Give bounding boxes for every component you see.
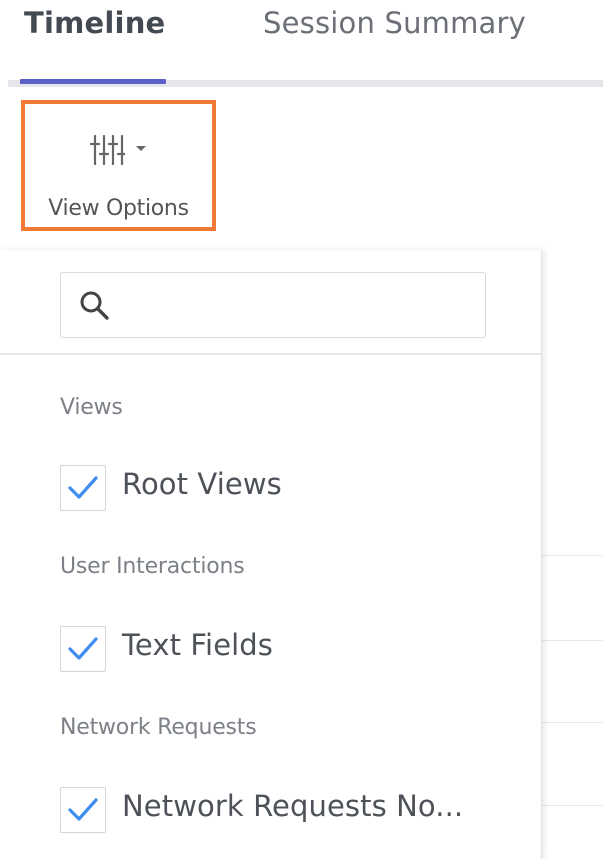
section-label-network-requests: Network Requests bbox=[60, 715, 257, 740]
active-tab-indicator bbox=[20, 79, 166, 84]
view-options-label: View Options bbox=[48, 196, 189, 221]
tab-bar: Timeline Session Summary bbox=[0, 0, 603, 88]
option-label: Network Requests No... bbox=[122, 789, 464, 823]
checkbox-text-fields[interactable] bbox=[60, 626, 106, 672]
section-label-views: Views bbox=[60, 395, 123, 420]
caret-down-icon bbox=[136, 146, 146, 151]
tab-session-summary[interactable]: Session Summary bbox=[263, 6, 526, 40]
checkbox-network-requests[interactable] bbox=[60, 787, 106, 833]
option-network-requests[interactable]: Network Requests No... bbox=[60, 787, 500, 835]
search-icon bbox=[80, 291, 109, 320]
background-divider bbox=[542, 555, 603, 556]
search-input[interactable] bbox=[119, 279, 479, 333]
background-divider bbox=[542, 805, 603, 806]
background-divider bbox=[542, 722, 603, 723]
checkmark-icon bbox=[68, 476, 98, 499]
option-text-fields[interactable]: Text Fields bbox=[60, 626, 500, 674]
checkmark-icon bbox=[68, 798, 98, 821]
section-label-user-interactions: User Interactions bbox=[60, 554, 245, 579]
background-divider bbox=[542, 640, 603, 641]
option-label: Text Fields bbox=[122, 628, 274, 662]
checkbox-root-views[interactable] bbox=[60, 465, 106, 511]
view-options-button[interactable]: View Options bbox=[21, 100, 216, 231]
search-divider bbox=[0, 353, 541, 355]
checkmark-icon bbox=[68, 637, 98, 660]
view-options-dropdown: Views Root Views User Interactions Text … bbox=[0, 250, 542, 859]
view-options-icon-group bbox=[89, 132, 149, 168]
option-root-views[interactable]: Root Views bbox=[60, 465, 500, 513]
search-box[interactable] bbox=[60, 272, 486, 338]
option-label: Root Views bbox=[122, 467, 282, 501]
sliders-icon bbox=[89, 134, 125, 166]
tab-timeline[interactable]: Timeline bbox=[24, 6, 165, 40]
